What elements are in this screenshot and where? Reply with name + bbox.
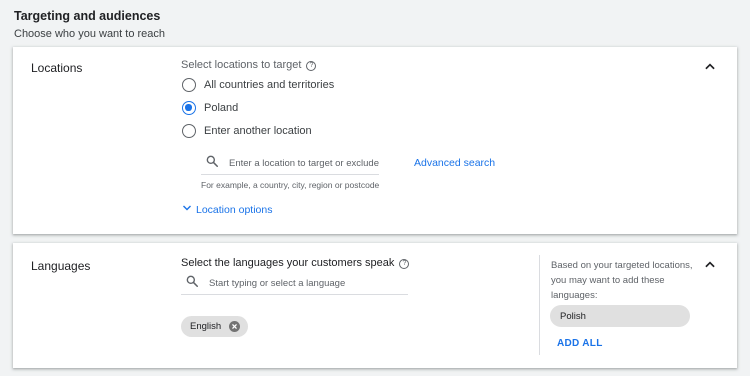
radio-button-checked[interactable] [182,101,196,115]
radio-poland[interactable]: Poland [182,100,238,116]
location-search-input[interactable]: Enter a location to target or exclude [201,153,379,175]
add-all-button[interactable]: ADD ALL [557,338,603,349]
language-search-input[interactable]: Start typing or select a language [181,273,408,295]
language-chip-label: English [190,321,222,332]
location-search-hint: For example, a country, city, region or … [201,180,380,190]
chevron-down-icon [181,202,196,217]
language-search-placeholder: Start typing or select a language [209,278,346,289]
radio-label: Poland [204,102,239,114]
page-subtitle: Choose who you want to reach [14,28,166,40]
location-options-label: Location options [196,203,273,216]
cancel-icon[interactable] [229,321,241,332]
locations-title: Locations [31,61,83,75]
radio-label: All countries and territories [204,79,335,91]
search-icon [205,154,219,173]
languages-card: Languages Select the languages your cust… [13,243,737,368]
chevron-up-icon[interactable] [703,258,717,272]
page-header: Targeting and audiences Choose who you w… [14,9,165,40]
help-icon[interactable]: ? [399,259,410,269]
locations-select-label-text: Select locations to target [181,59,302,71]
page-title: Targeting and audiences [14,9,161,23]
languages-select-label: Select the languages your customers spea… [181,257,410,269]
radio-another-location[interactable]: Enter another location [182,123,312,139]
suggested-language-chip[interactable]: Polish [550,305,690,327]
radio-button[interactable] [182,78,196,92]
locations-select-label: Select locations to target? [181,59,317,71]
chevron-up-icon[interactable] [703,60,717,74]
help-icon[interactable]: ? [306,61,317,71]
language-suggestion-text: Based on your targeted locations, you ma… [551,260,693,301]
radio-button[interactable] [182,124,196,138]
vertical-divider [539,255,540,355]
languages-title: Languages [31,259,91,273]
search-icon [185,274,199,293]
location-search-placeholder: Enter a location to target or exclude [229,158,379,169]
radio-label: Enter another location [204,125,312,137]
advanced-search-link[interactable]: Advanced search [414,157,495,169]
language-chip-english: English [181,316,249,337]
radio-all-countries[interactable]: All countries and territories [182,77,334,93]
location-options-toggle[interactable]: Location options [181,202,272,217]
languages-select-label-text: Select the languages your customers spea… [181,257,395,269]
locations-card: Locations Select locations to target? Al… [13,47,737,234]
